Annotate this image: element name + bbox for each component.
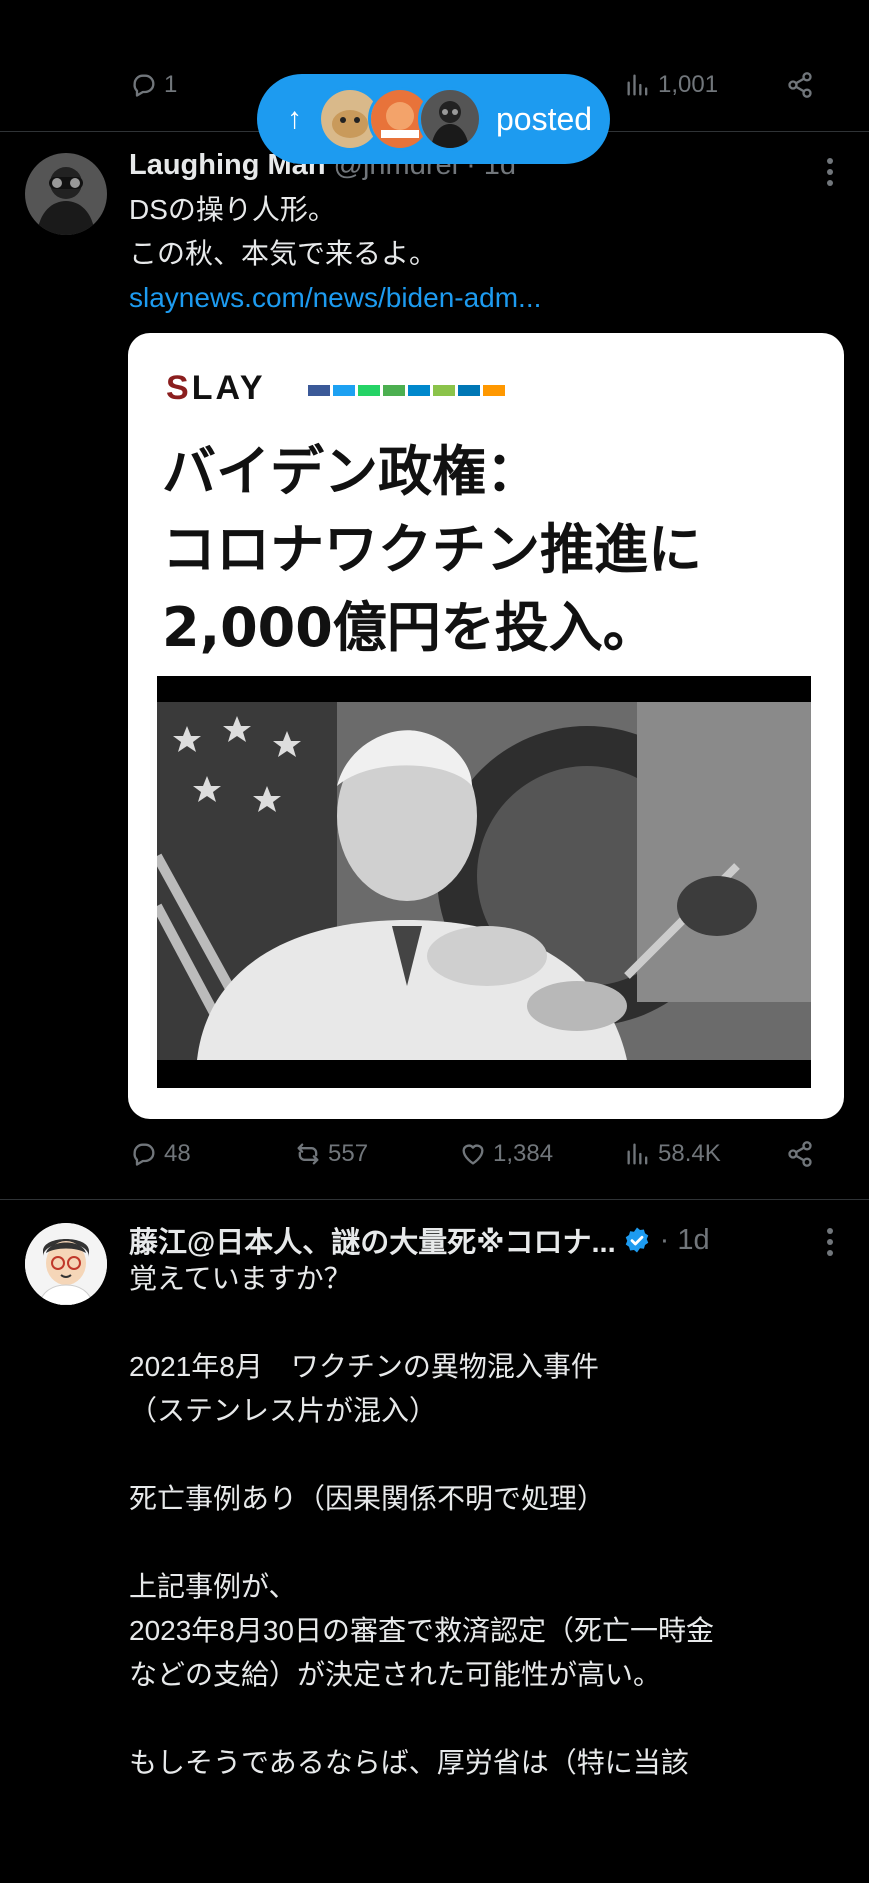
tweet-text: 覚えていますか？ 2021年8月 ワクチンの異物混入事件 （ステンレス片が混入）… — [129, 1263, 715, 1778]
avatar[interactable] — [25, 153, 107, 235]
share-action[interactable] — [786, 71, 814, 99]
reply-icon — [133, 1143, 155, 1166]
card-headline: バイデン政権： コロナワクチン推進に 2,000億円を投入。 — [162, 433, 822, 667]
pill-avatars — [318, 87, 482, 151]
reply-count: 1 — [164, 71, 178, 98]
card-photo — [157, 676, 811, 1088]
share-icon — [788, 72, 812, 98]
like-icon — [462, 1144, 484, 1165]
share-icon — [788, 1141, 812, 1167]
reply-action[interactable]: 1 — [130, 71, 177, 99]
views-action[interactable]: 58.4K — [624, 1140, 721, 1168]
more-icon[interactable] — [827, 1228, 835, 1256]
divider — [0, 1199, 869, 1200]
site-logo: SLAY — [166, 369, 266, 407]
views-count: 58.4K — [658, 1140, 721, 1167]
tweet-link[interactable]: slaynews.com/news/biden-adm... — [129, 276, 541, 320]
share-buttons-strip — [308, 385, 505, 396]
views-count: 1,001 — [658, 71, 719, 98]
reply-action[interactable]: 48 — [130, 1140, 191, 1168]
headline-line: バイデン政権： — [162, 440, 540, 503]
like-action[interactable]: 1,384 — [459, 1140, 553, 1168]
tweet-text: DSの操り人形。 この秋、本気で来るよ。 — [129, 194, 438, 269]
link-card[interactable]: SLAY バイデン政権： コロナワクチン推進に 2,000億円を投入。 — [128, 333, 844, 1119]
views-icon — [627, 1143, 648, 1165]
pill-label: posted — [496, 100, 593, 137]
arrow-up-icon: ↑ — [287, 102, 302, 135]
views-icon — [627, 74, 648, 96]
reply-count: 48 — [164, 1140, 191, 1167]
more-icon[interactable] — [827, 158, 835, 186]
repost-action[interactable]: 557 — [294, 1140, 368, 1168]
avatar — [418, 87, 482, 151]
headline-line: コロナワクチン推進に — [162, 518, 702, 581]
reply-icon — [133, 74, 155, 97]
timestamp[interactable]: · 1d — [660, 1224, 710, 1257]
repost-icon — [297, 1143, 319, 1165]
tweet-action-bar: 48 557 1,384 58.4K — [0, 1140, 869, 1180]
tweet-header: 藤江@日本人、謎の大量死※コロナ... · 1d — [129, 1219, 710, 1261]
repost-count: 557 — [328, 1140, 369, 1167]
share-action[interactable] — [786, 1140, 814, 1168]
headline-line: 2,000億円を投入。 — [162, 596, 657, 659]
views-action[interactable]: 1,001 — [624, 71, 718, 99]
verified-icon — [625, 1227, 648, 1253]
avatar[interactable] — [25, 1223, 107, 1305]
author-name[interactable]: 藤江@日本人、謎の大量死※コロナ... — [129, 1219, 616, 1261]
like-count: 1,384 — [493, 1140, 554, 1167]
new-posts-pill[interactable]: ↑ posted — [257, 74, 610, 164]
